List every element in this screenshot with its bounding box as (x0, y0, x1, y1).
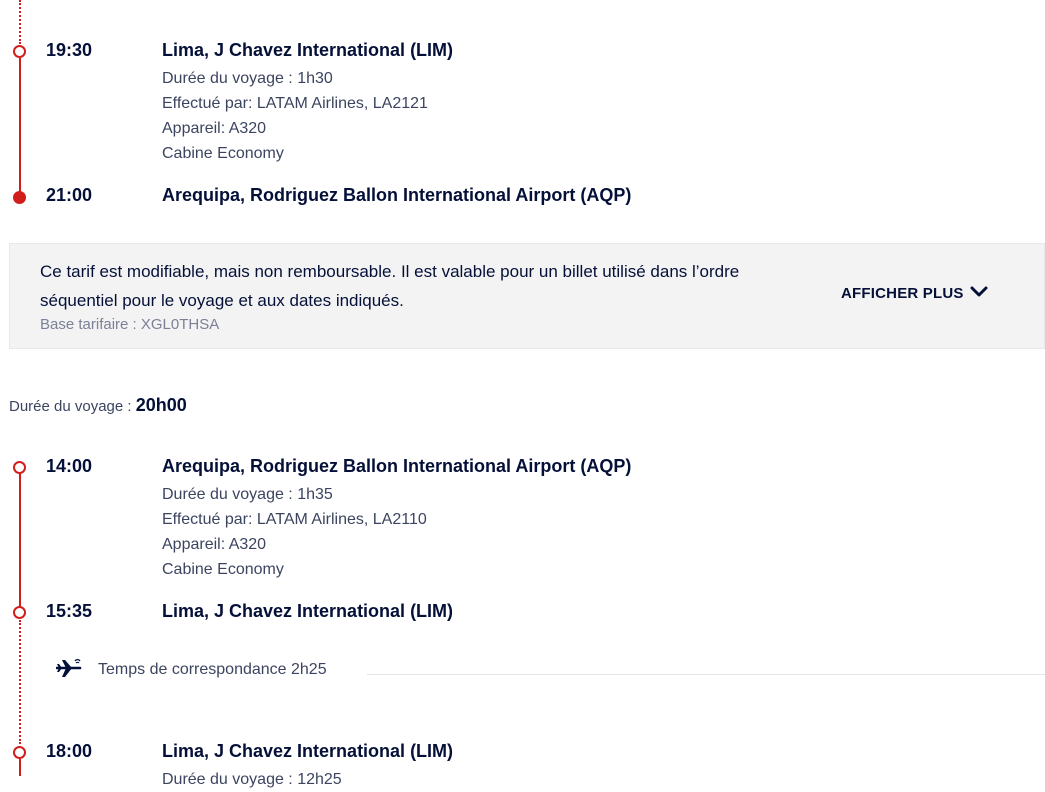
timeline-dotted-connection (19, 620, 21, 744)
connection-info: Temps de correspondance 2h25 (55, 657, 327, 684)
departure-airport-2: Arequipa, Rodriguez Ballon International… (162, 456, 632, 476)
show-more-button[interactable]: AFFICHER PLUS (841, 285, 988, 302)
aircraft-2: Appareil: A320 (162, 536, 267, 553)
timeline-line-segment3 (19, 759, 21, 776)
aircraft: Appareil: A320 (162, 120, 267, 137)
divider (367, 674, 1045, 675)
connection-plane-icon (55, 657, 84, 684)
arrival-airport-2: Lima, J Chavez International (LIM) (162, 601, 454, 621)
timeline-node-departure-2 (13, 461, 26, 474)
arrival-time: 21:00 (46, 185, 93, 205)
fare-conditions-box: Ce tarif est modifiable, mais non rembou… (9, 243, 1045, 349)
departure-airport: Lima, J Chavez International (LIM) (162, 40, 454, 60)
trip-duration-total: Durée du voyage : 20h00 (9, 395, 187, 416)
trip-duration-label: Durée du voyage : (9, 398, 136, 415)
cabin-class-2: Cabine Economy (162, 561, 284, 578)
cabin-class: Cabine Economy (162, 145, 284, 162)
trip-duration-value: 20h00 (135, 395, 187, 415)
flight-duration-2: Durée du voyage : 1h35 (162, 486, 333, 503)
timeline-line-segment1 (19, 58, 21, 192)
arrival-airport: Arequipa, Rodriguez Ballon International… (162, 185, 632, 205)
timeline-node-arrival (13, 191, 26, 204)
timeline-node-departure (13, 45, 26, 58)
operated-by: Effectué par: LATAM Airlines, LA2121 (162, 95, 428, 112)
arrival-time-2: 15:35 (46, 601, 93, 621)
show-more-label: AFFICHER PLUS (841, 285, 964, 302)
chevron-down-icon (970, 285, 988, 302)
departure-time-3: 18:00 (46, 741, 93, 761)
operated-by-2: Effectué par: LATAM Airlines, LA2110 (162, 511, 427, 528)
flight-duration-3: Durée du voyage : 12h25 (162, 771, 342, 788)
departure-time: 19:30 (46, 40, 93, 60)
timeline-dotted-top (19, 0, 21, 44)
connection-time: Temps de correspondance 2h25 (98, 661, 327, 678)
departure-airport-3: Lima, J Chavez International (LIM) (162, 741, 454, 761)
departure-time-2: 14:00 (46, 456, 93, 476)
fare-basis: Base tarifaire : XGL0THSA (40, 316, 220, 333)
flight-duration: Durée du voyage : 1h30 (162, 70, 333, 87)
timeline-node-departure-3 (13, 746, 26, 759)
timeline-line-segment2 (19, 473, 21, 607)
fare-conditions-text: Ce tarif est modifiable, mais non rembou… (40, 262, 740, 310)
timeline-node-arrival-2 (13, 606, 26, 619)
